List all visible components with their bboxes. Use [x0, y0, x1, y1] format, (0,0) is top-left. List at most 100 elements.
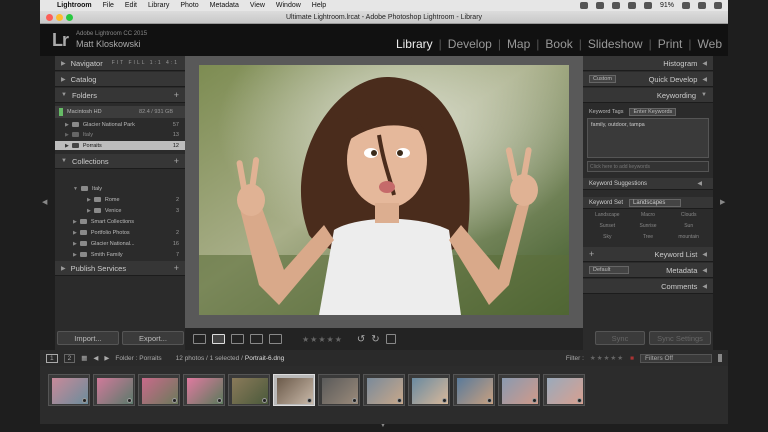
module-book[interactable]: Book	[545, 37, 572, 51]
filter-preset-select[interactable]: Filters Off	[640, 353, 712, 363]
filmstrip-thumb[interactable]	[318, 374, 360, 406]
menu-photo[interactable]: Photo	[180, 2, 198, 9]
keyword-set-item[interactable]: mountain	[668, 234, 709, 242]
preset-select[interactable]: Custom	[589, 75, 616, 83]
import-button[interactable]: Import...	[57, 331, 119, 345]
folder-item-selected[interactable]: ▶ Porraits 12	[55, 141, 185, 150]
wifi-icon[interactable]	[627, 2, 636, 9]
collections-header[interactable]: ▼ Collections +	[55, 154, 185, 169]
filmstrip-thumb[interactable]	[543, 374, 585, 406]
filter-stars[interactable]: ★★★★★	[590, 354, 624, 362]
collection-item[interactable]: ▶ Portfolio Photos 2	[55, 228, 185, 237]
collection-set[interactable]: ▼ Italy	[55, 184, 185, 193]
dropbox-icon[interactable]	[595, 2, 604, 9]
grid-icon[interactable]: ▦	[81, 354, 87, 362]
keyword-mode-select[interactable]: Enter Keywords	[629, 107, 677, 116]
right-panel-toggle-icon[interactable]: ▶	[720, 198, 725, 206]
module-map[interactable]: Map	[507, 37, 530, 51]
keyword-set-item[interactable]: Landscape	[587, 212, 628, 220]
color-label-filter-icon[interactable]: ■	[630, 355, 634, 362]
menu-lightroom[interactable]: Lightroom	[57, 2, 92, 9]
add-folder-icon[interactable]: +	[174, 90, 179, 100]
menu-library[interactable]: Library	[148, 2, 169, 9]
keyword-set-item[interactable]: Sunset	[587, 223, 628, 231]
keyword-set-item[interactable]: Macro	[628, 212, 669, 220]
evernote-icon[interactable]	[611, 2, 620, 9]
metadata-preset-select[interactable]: Default	[589, 266, 629, 274]
keyword-set-item[interactable]: Sun	[668, 223, 709, 231]
filmstrip-thumb[interactable]	[498, 374, 540, 406]
folder-source[interactable]: Folder : Porraits	[115, 355, 161, 362]
menu-edit[interactable]: Edit	[125, 2, 137, 9]
collection-item[interactable]: ▶ Smart Collections	[55, 217, 185, 226]
filmstrip-thumb[interactable]	[48, 374, 90, 406]
sync-button[interactable]: Sync	[595, 331, 645, 345]
module-web[interactable]: Web	[698, 37, 722, 51]
keyword-set-item[interactable]: Clouds	[668, 212, 709, 220]
collection-item[interactable]: ▶ Glacier National... 16	[55, 239, 185, 248]
comments-header[interactable]: Comments ◀	[583, 279, 713, 294]
menu-window[interactable]: Window	[276, 2, 301, 9]
loupe-view-icon[interactable]	[212, 334, 225, 344]
filmstrip-thumb[interactable]	[138, 374, 180, 406]
keyword-suggestions-header[interactable]: Keyword Suggestions ◀	[583, 178, 713, 190]
minimize-icon[interactable]	[56, 14, 63, 21]
primary-window-button[interactable]: 1	[46, 353, 58, 363]
navigator-header[interactable]: ▶ Navigator FIT FILL 1:1 4:1	[55, 56, 185, 71]
grid-view-icon[interactable]	[193, 334, 206, 344]
menu-metadata[interactable]: Metadata	[210, 2, 239, 9]
folder-item[interactable]: ▶ Glacier National Park 57	[55, 120, 185, 129]
filmstrip-thumb-selected[interactable]	[273, 374, 315, 406]
keywording-header[interactable]: Keywording ▼	[583, 88, 713, 103]
quick-develop-header[interactable]: Custom Quick Develop ◀	[583, 72, 713, 87]
collection-item[interactable]: ▶ Venice 3	[55, 206, 185, 215]
module-library[interactable]: Library	[396, 37, 433, 51]
star-rating[interactable]: ★★★★★	[302, 335, 343, 344]
keyword-list-header[interactable]: + Keyword List ◀	[583, 247, 713, 262]
collection-item[interactable]: ▶ Smith Family 7	[55, 250, 185, 259]
secondary-window-button[interactable]: 2	[63, 353, 76, 363]
module-slideshow[interactable]: Slideshow	[588, 37, 643, 51]
folder-item[interactable]: ▶ Italy 13	[55, 130, 185, 139]
keyword-set-item[interactable]: Tree	[628, 234, 669, 242]
zoom-options[interactable]: FIT FILL 1:1 4:1	[112, 60, 179, 66]
rotate-right-icon[interactable]: ↻	[371, 334, 379, 345]
add-publish-icon[interactable]: +	[174, 263, 179, 273]
collection-item[interactable]: ▶ Rome 2	[55, 195, 185, 204]
forward-arrow-icon[interactable]: ▶	[104, 354, 109, 362]
rotate-left-icon[interactable]: ↺	[357, 334, 365, 345]
module-develop[interactable]: Develop	[448, 37, 492, 51]
publish-services-header[interactable]: ▶ Publish Services +	[55, 261, 185, 276]
histogram-header[interactable]: Histogram ◀	[583, 56, 713, 71]
crop-icon[interactable]	[385, 334, 396, 344]
module-print[interactable]: Print	[658, 37, 683, 51]
folders-header[interactable]: ▼ Folders +	[55, 88, 185, 103]
main-photo[interactable]	[199, 65, 569, 315]
export-button[interactable]: Export...	[122, 331, 184, 345]
zoom-icon[interactable]	[66, 14, 73, 21]
back-arrow-icon[interactable]: ◀	[93, 354, 98, 362]
volume-row[interactable]: Macintosh HD 82.4 / 931 GB	[55, 106, 185, 118]
menu-help[interactable]: Help	[312, 2, 326, 9]
filmstrip-thumb[interactable]	[408, 374, 450, 406]
filmstrip-thumb[interactable]	[363, 374, 405, 406]
sync-settings-button[interactable]: Sync Settings	[649, 331, 711, 345]
loupe-view[interactable]	[185, 56, 583, 328]
filmstrip-thumb[interactable]	[93, 374, 135, 406]
keyword-set-select[interactable]: Landscapes	[629, 198, 682, 207]
camera-icon[interactable]	[579, 2, 588, 9]
filmstrip-thumb[interactable]	[228, 374, 270, 406]
survey-view-icon[interactable]	[250, 334, 263, 344]
add-keyword-input[interactable]: Click here to add keywords	[587, 161, 709, 172]
people-view-icon[interactable]	[269, 334, 282, 344]
menu-view[interactable]: View	[250, 2, 265, 9]
metadata-header[interactable]: Default Metadata ◀	[583, 263, 713, 278]
battery-icon[interactable]	[682, 2, 690, 9]
keyword-tags-field[interactable]: family, outdoor, tampa	[587, 118, 709, 158]
menu-file[interactable]: File	[103, 2, 114, 9]
add-collection-icon[interactable]: +	[174, 156, 179, 166]
keyword-set-item[interactable]: Sunrise	[628, 223, 669, 231]
filmstrip-thumb[interactable]	[453, 374, 495, 406]
catalog-header[interactable]: ▶ Catalog	[55, 72, 185, 87]
volume-icon[interactable]	[643, 2, 652, 9]
